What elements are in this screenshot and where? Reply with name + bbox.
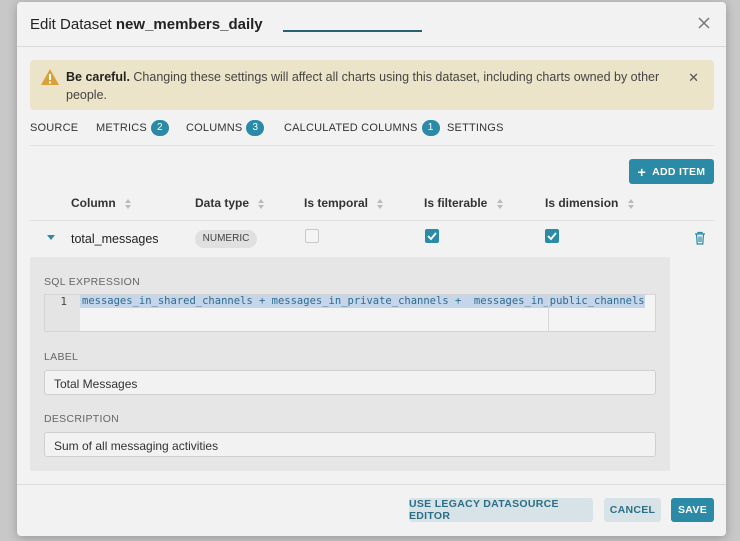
column-header-is-temporal[interactable]: Is temporal (304, 196, 384, 210)
alert-message: Changing these settings will affect all … (66, 70, 660, 102)
sql-editor[interactable]: 1 messages_in_shared_channels + messages… (44, 294, 656, 332)
cancel-button[interactable]: CANCEL (604, 498, 661, 522)
modal-title-prefix: Edit Dataset (30, 16, 112, 33)
sort-icon (377, 198, 384, 209)
tab-count-badge: 2 (150, 120, 169, 136)
trash-icon[interactable] (694, 231, 706, 245)
sql-code-line[interactable]: messages_in_shared_channels + messages_i… (80, 295, 645, 308)
sql-expression-label: SQL EXPRESSION (44, 276, 141, 288)
expand-chevron-icon[interactable] (47, 235, 55, 241)
header-label: Column (71, 196, 116, 210)
footer-divider (17, 484, 726, 485)
save-button[interactable]: SAVE (671, 498, 714, 522)
tab-columns[interactable]: COLUMNS 3 (186, 120, 265, 136)
modal-header: Edit Dataset new_members_daily (17, 2, 726, 47)
tab-label: COLUMNS (186, 121, 243, 134)
sort-icon (627, 198, 634, 209)
active-tab-indicator (283, 30, 422, 32)
modal-title: Edit Dataset new_members_daily (30, 16, 263, 33)
is-filterable-checkbox[interactable] (425, 229, 439, 243)
checkmark-icon (547, 232, 557, 241)
close-icon[interactable] (696, 15, 712, 31)
description-field-label: DESCRIPTION (44, 413, 120, 425)
is-temporal-checkbox[interactable] (305, 229, 319, 243)
tab-count-badge: 1 (421, 120, 440, 136)
description-input[interactable]: Sum of all messaging activities (44, 432, 656, 457)
editor-print-margin (548, 295, 549, 331)
edit-dataset-modal: Edit Dataset new_members_daily Be carefu… (17, 2, 726, 536)
tab-label: METRICS (96, 121, 147, 134)
column-header-is-filterable[interactable]: Is filterable (424, 196, 503, 210)
line-number: 1 (60, 295, 67, 308)
warning-icon (41, 69, 59, 85)
alert-close-icon[interactable]: ✕ (688, 70, 699, 86)
header-label: Is temporal (304, 196, 369, 210)
header-divider (30, 220, 714, 221)
header-label: Is filterable (424, 196, 488, 210)
alert-strong: Be careful. (66, 70, 130, 84)
label-field-label: LABEL (44, 351, 79, 363)
tabs-divider (30, 145, 714, 146)
column-header-is-dimension[interactable]: Is dimension (545, 196, 634, 210)
tab-count-badge: 3 (246, 120, 265, 136)
tab-label: SETTINGS (447, 122, 504, 134)
calculated-column-detail: SQL EXPRESSION 1 messages_in_shared_chan… (30, 257, 670, 471)
tab-label: SOURCE (30, 122, 79, 134)
sort-icon (258, 198, 265, 209)
sort-icon (125, 198, 132, 209)
tab-metrics[interactable]: METRICS 2 (96, 120, 169, 136)
dataset-name: new_members_daily (115, 16, 263, 33)
legacy-editor-button[interactable]: USE LEGACY DATASOURCE EDITOR (409, 498, 593, 522)
column-header-column[interactable]: Column (71, 196, 132, 210)
column-header-data-type[interactable]: Data type (195, 196, 265, 210)
sort-icon (496, 198, 503, 209)
data-type-pill: NUMERIC (195, 230, 257, 248)
tab-source[interactable]: SOURCE (30, 122, 78, 134)
plus-icon: + (637, 163, 647, 180)
is-dimension-checkbox[interactable] (545, 229, 559, 243)
add-item-button[interactable]: + ADD ITEM (629, 159, 714, 184)
editor-gutter: 1 (45, 295, 80, 331)
add-item-label: ADD ITEM (652, 165, 706, 178)
alert-text: Be careful. Changing these settings will… (66, 68, 666, 104)
tab-calculated-columns[interactable]: CALCULATED COLUMNS 1 (284, 120, 440, 136)
header-label: Data type (195, 196, 250, 210)
header-label: Is dimension (545, 196, 619, 210)
tab-settings[interactable]: SETTINGS (447, 122, 504, 134)
column-name-cell: total_messages (71, 232, 159, 246)
checkmark-icon (427, 232, 437, 241)
label-input[interactable]: Total Messages (44, 370, 656, 395)
warning-alert: Be careful. Changing these settings will… (30, 60, 714, 110)
tab-label: CALCULATED COLUMNS (284, 121, 418, 134)
